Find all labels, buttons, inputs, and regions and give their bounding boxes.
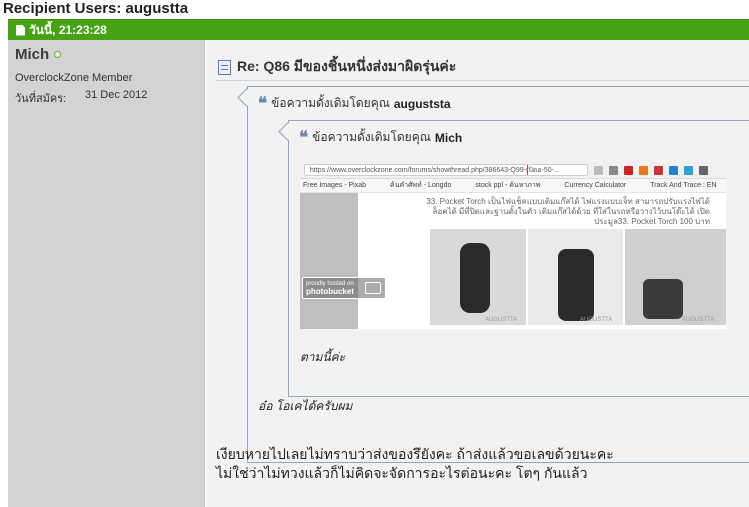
torch-hand bbox=[643, 279, 683, 319]
join-date-value: 31 Dec 2012 bbox=[85, 89, 148, 101]
bookmark-item: stock ppl - ค้นหาภาพ bbox=[475, 182, 541, 189]
join-date-label: วันที่สมัคร: bbox=[15, 93, 67, 105]
product-photo-1 bbox=[430, 229, 526, 325]
quote-outer: ❝ ข้อความดั้งเดิมโดยคุณ auguststa ❝ ข้อค… bbox=[247, 86, 749, 463]
ext-icon bbox=[654, 165, 663, 175]
watermark: AUGUSTTA bbox=[485, 317, 518, 323]
post-title-row: Re: Q86 มีของชิ้นหนึ่งส่งมาผิดรุ่นค่ะ bbox=[218, 56, 456, 78]
ext-icon bbox=[669, 165, 678, 175]
camera-icon bbox=[365, 282, 381, 294]
quote-inner-prefix: ข้อความดั้งเดิมโดยคุณ bbox=[312, 130, 431, 144]
photobucket-badge: proudly hosted on photobucket bbox=[302, 277, 386, 299]
quote-inner-text: ตามนี้ค่ะ bbox=[300, 350, 346, 364]
quote-outer-header: ❝ ข้อความดั้งเดิมโดยคุณ auguststa bbox=[258, 94, 451, 113]
ext-icon bbox=[639, 165, 648, 175]
url-text: https://www.overclockzone.com/forums/sho… bbox=[310, 166, 560, 174]
user-info-panel: Mich OverclockZone Member วันที่สมัคร: 3… bbox=[8, 40, 205, 507]
quote-inner-author[interactable]: Mich bbox=[435, 131, 462, 145]
online-status-icon bbox=[54, 51, 62, 58]
bookmark-item: ค้นคำศัพท์ - Longdo bbox=[390, 182, 452, 189]
author-name-wrap: Mich bbox=[15, 46, 197, 63]
bookmark-item: Free Images - Pixab bbox=[303, 182, 367, 189]
gray-band bbox=[300, 193, 358, 329]
post-body-line: ไม่ใช่ว่าไม่ทวงแล้วก็ไม่คิดจะจัดการอะไรต… bbox=[216, 465, 588, 481]
embedded-screenshot[interactable]: https://www.overclockzone.com/forums/sho… bbox=[300, 162, 726, 329]
extension-icons bbox=[594, 165, 714, 175]
quote-icon: ❝ bbox=[299, 127, 308, 148]
torch-package bbox=[460, 243, 490, 313]
torch-device bbox=[558, 249, 594, 321]
browser-bar: https://www.overclockzone.com/forums/sho… bbox=[300, 162, 726, 179]
post-title: Re: Q86 มีของชิ้นหนึ่งส่งมาผิดรุ่นค่ะ bbox=[237, 58, 457, 74]
join-date-row: วันที่สมัคร: 31 Dec 2012 bbox=[15, 89, 197, 107]
product-photo-2 bbox=[528, 229, 623, 325]
quote-outer-prefix: ข้อความดั้งเดิมโดยคุณ bbox=[271, 96, 390, 110]
product-photo-3 bbox=[625, 229, 726, 325]
bookmark-item: Currency Calculator bbox=[564, 182, 627, 189]
author-title: OverclockZone Member bbox=[15, 72, 133, 84]
url-box: https://www.overclockzone.com/forums/sho… bbox=[304, 164, 588, 176]
ext-icon bbox=[624, 165, 633, 175]
post-body: เงียบหายไปเลยไม่ทราบว่าส่งของรึยังคะ ถ้า… bbox=[216, 445, 614, 483]
post-header: วันนี้, 21:23:28 bbox=[8, 19, 749, 40]
screenshot-body: 33. Pocket Torch เป็นไฟแช็คแบบเติมแก๊สได… bbox=[300, 193, 726, 329]
ext-icon bbox=[594, 165, 603, 175]
bookmarks-bar: Free Images - Pixab ค้นคำศัพท์ - Longdo … bbox=[300, 179, 726, 193]
watermark: AUGUSTTA bbox=[580, 317, 613, 323]
recipient-users: Recipient Users: augustta bbox=[3, 0, 188, 17]
post-body-line: เงียบหายไปเลยไม่ทราบว่าส่งของรึยังคะ ถ้า… bbox=[216, 446, 614, 462]
quote-icon: ❝ bbox=[258, 93, 267, 114]
post-content: Re: Q86 มีของชิ้นหนึ่งส่งมาผิดรุ่นค่ะ ❝ … bbox=[206, 40, 749, 507]
bookmark-item: Track And Trace : EN bbox=[650, 182, 717, 189]
quote-outer-author[interactable]: auguststa bbox=[394, 97, 451, 111]
post-date: วันนี้, 21:23:28 bbox=[29, 23, 107, 37]
screenshot-caption: 33. Pocket Torch เป็นไฟแช็คแบบเติมแก๊สได… bbox=[426, 197, 710, 226]
recipient-label: Recipient Users: bbox=[3, 0, 122, 17]
ext-icon bbox=[699, 165, 708, 175]
recipient-user-link[interactable]: augustta bbox=[126, 0, 189, 17]
ext-icon bbox=[684, 165, 693, 175]
star-icon bbox=[609, 165, 618, 175]
watermark: AUGUSTTA bbox=[682, 317, 715, 323]
quote-inner-header: ❝ ข้อความดั้งเดิมโดยคุณ Mich bbox=[299, 128, 462, 147]
document-icon bbox=[16, 24, 25, 36]
url-highlight bbox=[527, 165, 587, 175]
quote-inner: ❝ ข้อความดั้งเดิมโดยคุณ Mich https://www… bbox=[288, 120, 749, 397]
author-name[interactable]: Mich bbox=[15, 46, 49, 63]
post-icon bbox=[218, 59, 231, 75]
title-divider bbox=[216, 80, 749, 81]
quote-outer-text: อ๋อ โอเคได้ครับผม bbox=[258, 399, 353, 413]
